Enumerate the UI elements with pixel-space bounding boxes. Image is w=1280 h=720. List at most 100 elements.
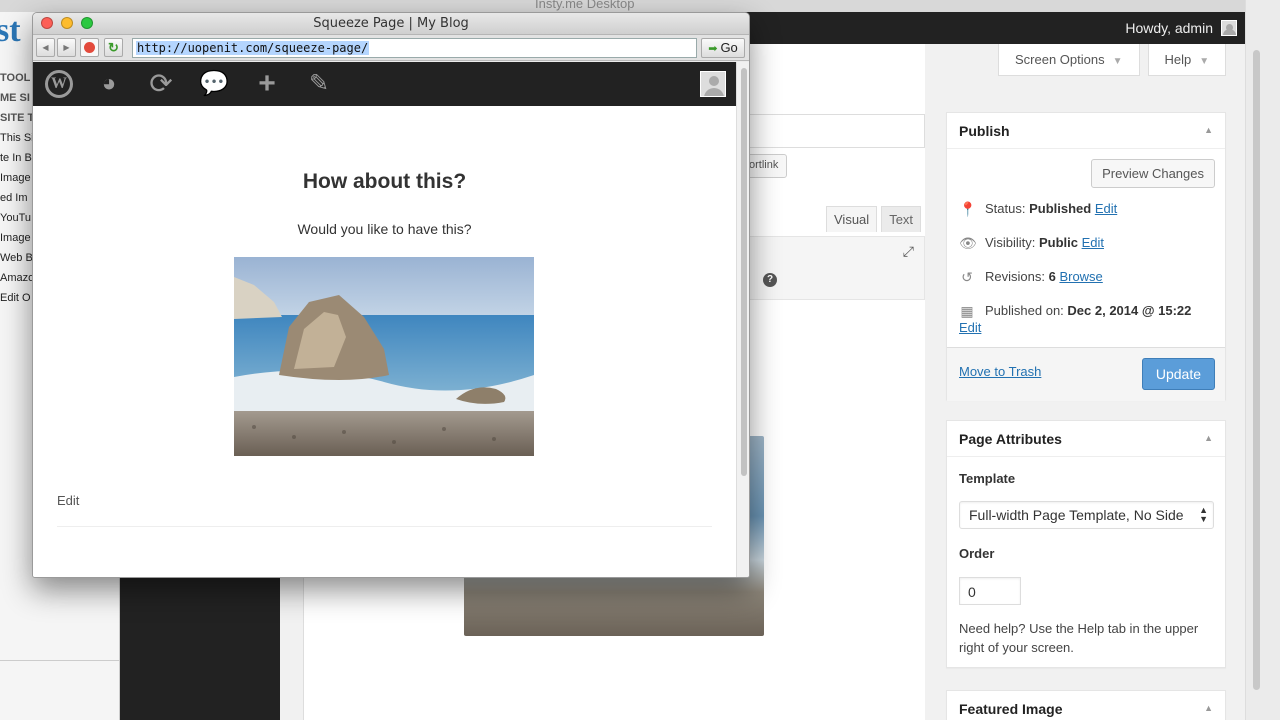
publish-box-header[interactable]: Publish ▲ xyxy=(947,113,1225,149)
select-arrows-icon: ▲ ▼ xyxy=(1199,505,1208,524)
visibility-edit-link[interactable]: Edit xyxy=(1082,235,1104,250)
help-icon[interactable]: ? xyxy=(763,273,777,287)
desktop-menubar: Insty.me Desktop ⤢ xyxy=(0,0,1280,12)
fullscreen-icon[interactable]: ⤢ xyxy=(903,243,914,260)
updates-icon[interactable]: ⟳ xyxy=(147,70,175,98)
published-value: Dec 2, 2014 @ 15:22 xyxy=(1067,303,1192,318)
attributes-help-text: Need help? Use the Help tab in the upper… xyxy=(959,621,1199,655)
chevron-down-icon: ▼ xyxy=(1112,56,1123,67)
go-label: Go xyxy=(720,40,738,55)
beach-image xyxy=(234,257,534,456)
new-content-icon[interactable]: + xyxy=(253,69,281,99)
reload-icon[interactable]: ↻ xyxy=(104,38,123,57)
revisions-value: 6 xyxy=(1048,269,1056,284)
insty-menu-item[interactable]: ME SI xyxy=(0,88,36,108)
insty-menu-item[interactable]: Image xyxy=(0,168,36,188)
back-icon[interactable]: ◀ xyxy=(36,38,55,57)
insty-menu-item[interactable]: YouTu xyxy=(0,208,36,228)
collapse-icon[interactable]: ▲ xyxy=(1204,433,1213,443)
url-field[interactable]: http://uopenit.com/squeeze-page/ xyxy=(132,38,697,58)
collapse-icon[interactable]: ▲ xyxy=(1204,703,1213,713)
history-icon: ↺ xyxy=(961,269,973,285)
insty-logo: st xyxy=(0,12,21,49)
edit-page-icon[interactable]: ✎ xyxy=(305,70,333,98)
forward-icon[interactable]: ▶ xyxy=(57,38,76,57)
avatar xyxy=(1221,20,1237,36)
collapse-icon[interactable]: ▲ xyxy=(1204,125,1213,135)
order-input[interactable]: 0 xyxy=(959,577,1021,605)
publish-actions: Move to Trash Update xyxy=(947,347,1225,401)
divider xyxy=(57,526,712,527)
insty-menu-item[interactable]: Edit O xyxy=(0,288,36,308)
insty-menu-item[interactable]: te In B xyxy=(0,148,36,168)
comments-icon[interactable]: 💬 xyxy=(199,70,229,98)
wordpress-icon[interactable]: W xyxy=(45,70,73,98)
edit-link[interactable]: Edit xyxy=(57,493,79,508)
status-edit-link[interactable]: Edit xyxy=(1095,201,1117,216)
editor-toolbar: ⤢ ? xyxy=(740,236,925,300)
insty-menu-item[interactable]: ed Im xyxy=(0,188,36,208)
visibility-value: Public xyxy=(1038,235,1078,250)
template-value: Full-width Page Template, No Side xyxy=(969,507,1184,523)
browser-titlebar[interactable]: Squeeze Page | My Blog xyxy=(33,13,749,35)
revisions-row: ↺ Revisions: 6 Browse xyxy=(959,269,1215,285)
screen-meta-links: Screen Options ▼ Help ▼ xyxy=(998,44,1227,76)
page-scrollbar[interactable] xyxy=(1245,0,1280,720)
scrollbar-thumb[interactable] xyxy=(741,68,747,476)
featured-image-header[interactable]: Featured Image ▲ xyxy=(947,691,1225,720)
editor-tabs: Visual Text xyxy=(826,206,922,232)
browser-title: Squeeze Page | My Blog xyxy=(313,16,469,31)
url-text: http://uopenit.com/squeeze-page/ xyxy=(136,41,370,55)
chevron-down-icon: ▼ xyxy=(1199,56,1210,67)
browser-toolbar: ◀ ▶ ↻ http://uopenit.com/squeeze-page/ ➡… xyxy=(33,35,749,61)
template-select[interactable]: Full-width Page Template, No Side ▲ ▼ xyxy=(959,501,1214,529)
status-row: 📍 Status: Published Edit xyxy=(959,201,1215,217)
tab-text[interactable]: Text xyxy=(881,206,922,232)
insty-menu-item[interactable]: This Si xyxy=(0,128,36,148)
insty-menu-item[interactable]: SITE T xyxy=(0,108,36,128)
publish-title: Publish xyxy=(959,123,1010,139)
go-button[interactable]: ➡ Go xyxy=(701,38,745,58)
move-to-trash-link[interactable]: Move to Trash xyxy=(959,364,1041,379)
site-admin-bar: W ◕ ⟳ 💬 + ✎ xyxy=(33,62,736,106)
template-label: Template xyxy=(959,471,1016,486)
published-on-row: ▦ Published on: Dec 2, 2014 @ 15:22 Edit xyxy=(959,303,1215,335)
dashboard-icon[interactable]: ◕ xyxy=(95,70,123,98)
stop-icon[interactable] xyxy=(80,38,99,57)
insty-menu: TOOL ME SI SITE T This Si te In B Image … xyxy=(0,68,36,308)
divider xyxy=(0,660,119,661)
order-label: Order xyxy=(959,546,995,561)
scrollbar-thumb[interactable] xyxy=(1253,50,1260,690)
preview-changes-button[interactable]: Preview Changes xyxy=(1091,159,1215,188)
update-button[interactable]: Update xyxy=(1141,358,1215,390)
browser-scrollbar[interactable] xyxy=(736,62,749,577)
pin-icon: 📍 xyxy=(959,201,977,217)
screen-options-button[interactable]: Screen Options ▼ xyxy=(998,44,1140,76)
browser-viewport: W ◕ ⟳ 💬 + ✎ How about this? Would you li… xyxy=(33,62,736,577)
status-value: Published xyxy=(1029,201,1092,216)
revisions-browse-link[interactable]: Browse xyxy=(1059,269,1102,284)
page-attributes-title: Page Attributes xyxy=(959,431,1062,447)
title-input[interactable] xyxy=(740,114,925,148)
insty-menu-item[interactable]: Web Br xyxy=(0,248,36,268)
visibility-row: 👁 Visibility: Public Edit xyxy=(959,235,1215,251)
page-attributes-box: Page Attributes ▲ Template Full-width Pa… xyxy=(946,420,1226,668)
page-attributes-header[interactable]: Page Attributes ▲ xyxy=(947,421,1225,457)
status-label: Status: xyxy=(985,201,1030,216)
account-menu[interactable]: Howdy, admin xyxy=(1125,20,1237,36)
published-label: Published on: xyxy=(985,303,1068,318)
help-button[interactable]: Help ▼ xyxy=(1147,44,1227,76)
screen-options-label: Screen Options xyxy=(1015,52,1105,67)
featured-image-title: Featured Image xyxy=(959,701,1063,717)
page-heading: How about this? xyxy=(302,170,467,193)
insty-menu-item[interactable]: Image xyxy=(0,228,36,248)
insty-menu-item[interactable]: Amazo xyxy=(0,268,36,288)
avatar[interactable] xyxy=(700,71,726,97)
insty-menu-item[interactable]: TOOL xyxy=(0,68,36,88)
beach-photo xyxy=(234,257,534,456)
revisions-label: Revisions: xyxy=(985,269,1049,284)
howdy-label: Howdy, admin xyxy=(1125,20,1213,36)
featured-image-box: Featured Image ▲ xyxy=(946,690,1226,720)
published-edit-link[interactable]: Edit xyxy=(959,320,981,335)
tab-visual[interactable]: Visual xyxy=(826,206,878,232)
